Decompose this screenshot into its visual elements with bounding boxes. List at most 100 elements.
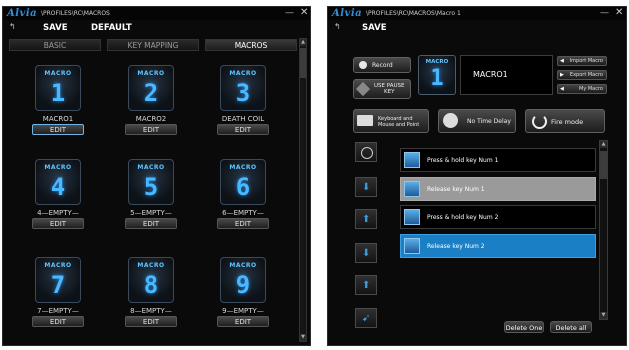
edit-button[interactable]: EDIT — [125, 124, 177, 135]
macro-name: 9—EMPTY— — [222, 307, 264, 315]
macro-name: 7—EMPTY— — [37, 307, 79, 315]
action-text: Release key Num 2 — [427, 243, 485, 250]
profile-path: \PROFILES\RC\MACROS — [41, 10, 110, 17]
macro-tile-1: MACRO 1 — [418, 55, 456, 95]
key-down-icon[interactable]: ⬇ — [355, 177, 377, 197]
delete-all-button[interactable]: Delete all — [550, 321, 592, 333]
use-pause-key-label: USE PAUSE KEY — [374, 83, 405, 95]
macro-slot-1[interactable]: MACRO 1 MACRO1 EDIT — [28, 65, 88, 137]
edit-button[interactable]: EDIT — [217, 316, 269, 327]
macro-slot-6[interactable]: MACRO 6 6—EMPTY— EDIT — [213, 159, 273, 231]
tab-key-mapping[interactable]: KEY MAPPING — [107, 39, 199, 51]
macro-name: MACRO2 — [135, 115, 167, 123]
tab-macros[interactable]: MACROS — [205, 39, 297, 51]
macro-number: 5 — [143, 173, 159, 201]
macro-slot-4[interactable]: MACRO 4 4—EMPTY— EDIT — [28, 159, 88, 231]
macro-tile-label: MACRO — [137, 262, 165, 269]
edit-button[interactable]: EDIT — [32, 124, 84, 135]
key-up-icon[interactable]: ⬆ — [355, 209, 377, 229]
save-menu-item[interactable]: SAVE — [43, 23, 68, 33]
alvia-logo: Alvia — [7, 8, 38, 19]
macros-window: Alvia \PROFILES\RC\MACROS — ✕ ↰ SAVE DEF… — [2, 6, 311, 346]
keyboard-mouse-button[interactable]: Keyboard and Mouse and Point — [353, 109, 429, 133]
arrow-up-icon[interactable]: ⬆ — [355, 275, 377, 295]
keyboard-mouse-label: Keyboard and Mouse and Point — [378, 116, 420, 128]
save-menu-item[interactable]: SAVE — [362, 23, 387, 33]
macro-slot-9[interactable]: MACRO 9 9—EMPTY— EDIT — [213, 257, 273, 329]
action-text: Release key Num 1 — [427, 186, 485, 193]
action-list-scrollbar[interactable]: ▲ ▼ — [599, 140, 608, 320]
use-pause-key-button[interactable]: USE PAUSE KEY — [353, 79, 411, 99]
list-item[interactable]: Press & hold key Num 2 — [400, 205, 596, 229]
macro-tile[interactable]: MACRO 1 — [35, 65, 81, 111]
edit-button[interactable]: EDIT — [125, 316, 177, 327]
macro-number: 2 — [143, 79, 159, 107]
mouse-move-icon[interactable]: ➹ — [355, 308, 377, 328]
export-macro-button[interactable]: ▶ Export Macro — [557, 70, 607, 80]
fire-mode-button[interactable]: Fire mode — [525, 109, 605, 133]
tab-basic[interactable]: BASIC — [9, 39, 101, 51]
delete-one-button[interactable]: Delete One — [504, 321, 544, 333]
my-macro-button[interactable]: ◀ My Macro — [557, 84, 607, 94]
action-list: Press & hold key Num 1 Release key Num 1… — [400, 140, 596, 320]
macro-slot-7[interactable]: MACRO 7 7—EMPTY— EDIT — [28, 257, 88, 329]
fire-mode-label: Fire mode — [551, 118, 584, 126]
scroll-down-icon[interactable]: ▼ — [600, 312, 607, 319]
macro-name: 6—EMPTY— — [222, 209, 264, 217]
tab-bar: BASIC KEY MAPPING MACROS — [9, 39, 297, 51]
macro-tile-label: MACRO — [229, 70, 257, 77]
macro-tile[interactable]: MACRO 6 — [220, 159, 266, 205]
edit-button[interactable]: EDIT — [217, 124, 269, 135]
delay-clock-icon[interactable] — [355, 142, 377, 162]
scroll-thumb[interactable] — [300, 48, 306, 78]
macro-slot-5[interactable]: MACRO 5 5—EMPTY— EDIT — [121, 159, 181, 231]
macro-slot-2[interactable]: MACRO 2 MACRO2 EDIT — [121, 65, 181, 137]
my-macro-label: My Macro — [579, 86, 603, 92]
record-button[interactable]: Record — [353, 57, 411, 73]
close-button[interactable]: ✕ — [615, 7, 623, 18]
import-macro-button[interactable]: ◀ Import Macro — [557, 56, 607, 66]
macro-tile[interactable]: MACRO 2 — [128, 65, 174, 111]
macro-tile-label: MACRO — [44, 70, 72, 77]
macro-number: 3 — [235, 79, 251, 107]
list-item[interactable]: Release key Num 2 — [400, 234, 596, 258]
macro-tile[interactable]: MACRO 7 — [35, 257, 81, 303]
edit-button[interactable]: EDIT — [217, 218, 269, 229]
import-macro-label: Import Macro — [569, 58, 603, 64]
minimize-button[interactable]: — — [285, 8, 294, 18]
back-icon[interactable]: ↰ — [334, 22, 341, 31]
scroll-down-icon[interactable]: ▼ — [300, 334, 306, 341]
triangle-left-icon: ◀ — [560, 86, 564, 92]
list-item[interactable]: Release key Num 1 — [400, 177, 596, 201]
macro-name: 4—EMPTY— — [37, 209, 79, 217]
vertical-scrollbar[interactable]: ▲ ▼ — [299, 38, 307, 342]
action-text: Press & hold key Num 1 — [427, 157, 499, 164]
no-time-delay-button[interactable]: No Time Delay — [438, 109, 516, 133]
macro-tile[interactable]: MACRO 4 — [35, 159, 81, 205]
edit-button[interactable]: EDIT — [32, 218, 84, 229]
macro-tile-label: MACRO — [425, 59, 449, 65]
scroll-thumb[interactable] — [600, 151, 607, 179]
edit-button[interactable]: EDIT — [125, 218, 177, 229]
edit-button[interactable]: EDIT — [32, 316, 84, 327]
menu-bar: ↰ SAVE — [328, 21, 626, 35]
default-menu-item[interactable]: DEFAULT — [91, 23, 132, 33]
macro-tile[interactable]: MACRO 9 — [220, 257, 266, 303]
list-item[interactable]: Press & hold key Num 1 — [400, 148, 596, 172]
close-button[interactable]: ✕ — [300, 7, 308, 18]
macro-tile[interactable]: MACRO 8 — [128, 257, 174, 303]
back-icon[interactable]: ↰ — [9, 22, 16, 31]
macro-name-field[interactable]: MACRO1 — [460, 55, 553, 95]
title-bar: Alvia \PROFILES\RC\MACROS\Macro 1 — ✕ — [328, 7, 626, 20]
macro-tile[interactable]: MACRO 5 — [128, 159, 174, 205]
minimize-button[interactable]: — — [600, 8, 609, 18]
timer-icon — [443, 113, 458, 128]
scroll-up-icon[interactable]: ▲ — [600, 141, 607, 148]
macro-tile[interactable]: MACRO 3 — [220, 65, 266, 111]
no-time-delay-label: No Time Delay — [467, 118, 511, 125]
macro-slot-8[interactable]: MACRO 8 8—EMPTY— EDIT — [121, 257, 181, 329]
macro-number: 9 — [235, 271, 251, 299]
macro-slot-3[interactable]: MACRO 3 DEATH COIL EDIT — [213, 65, 273, 137]
arrow-down-icon[interactable]: ⬇ — [355, 243, 377, 263]
scroll-up-icon[interactable]: ▲ — [300, 39, 306, 46]
